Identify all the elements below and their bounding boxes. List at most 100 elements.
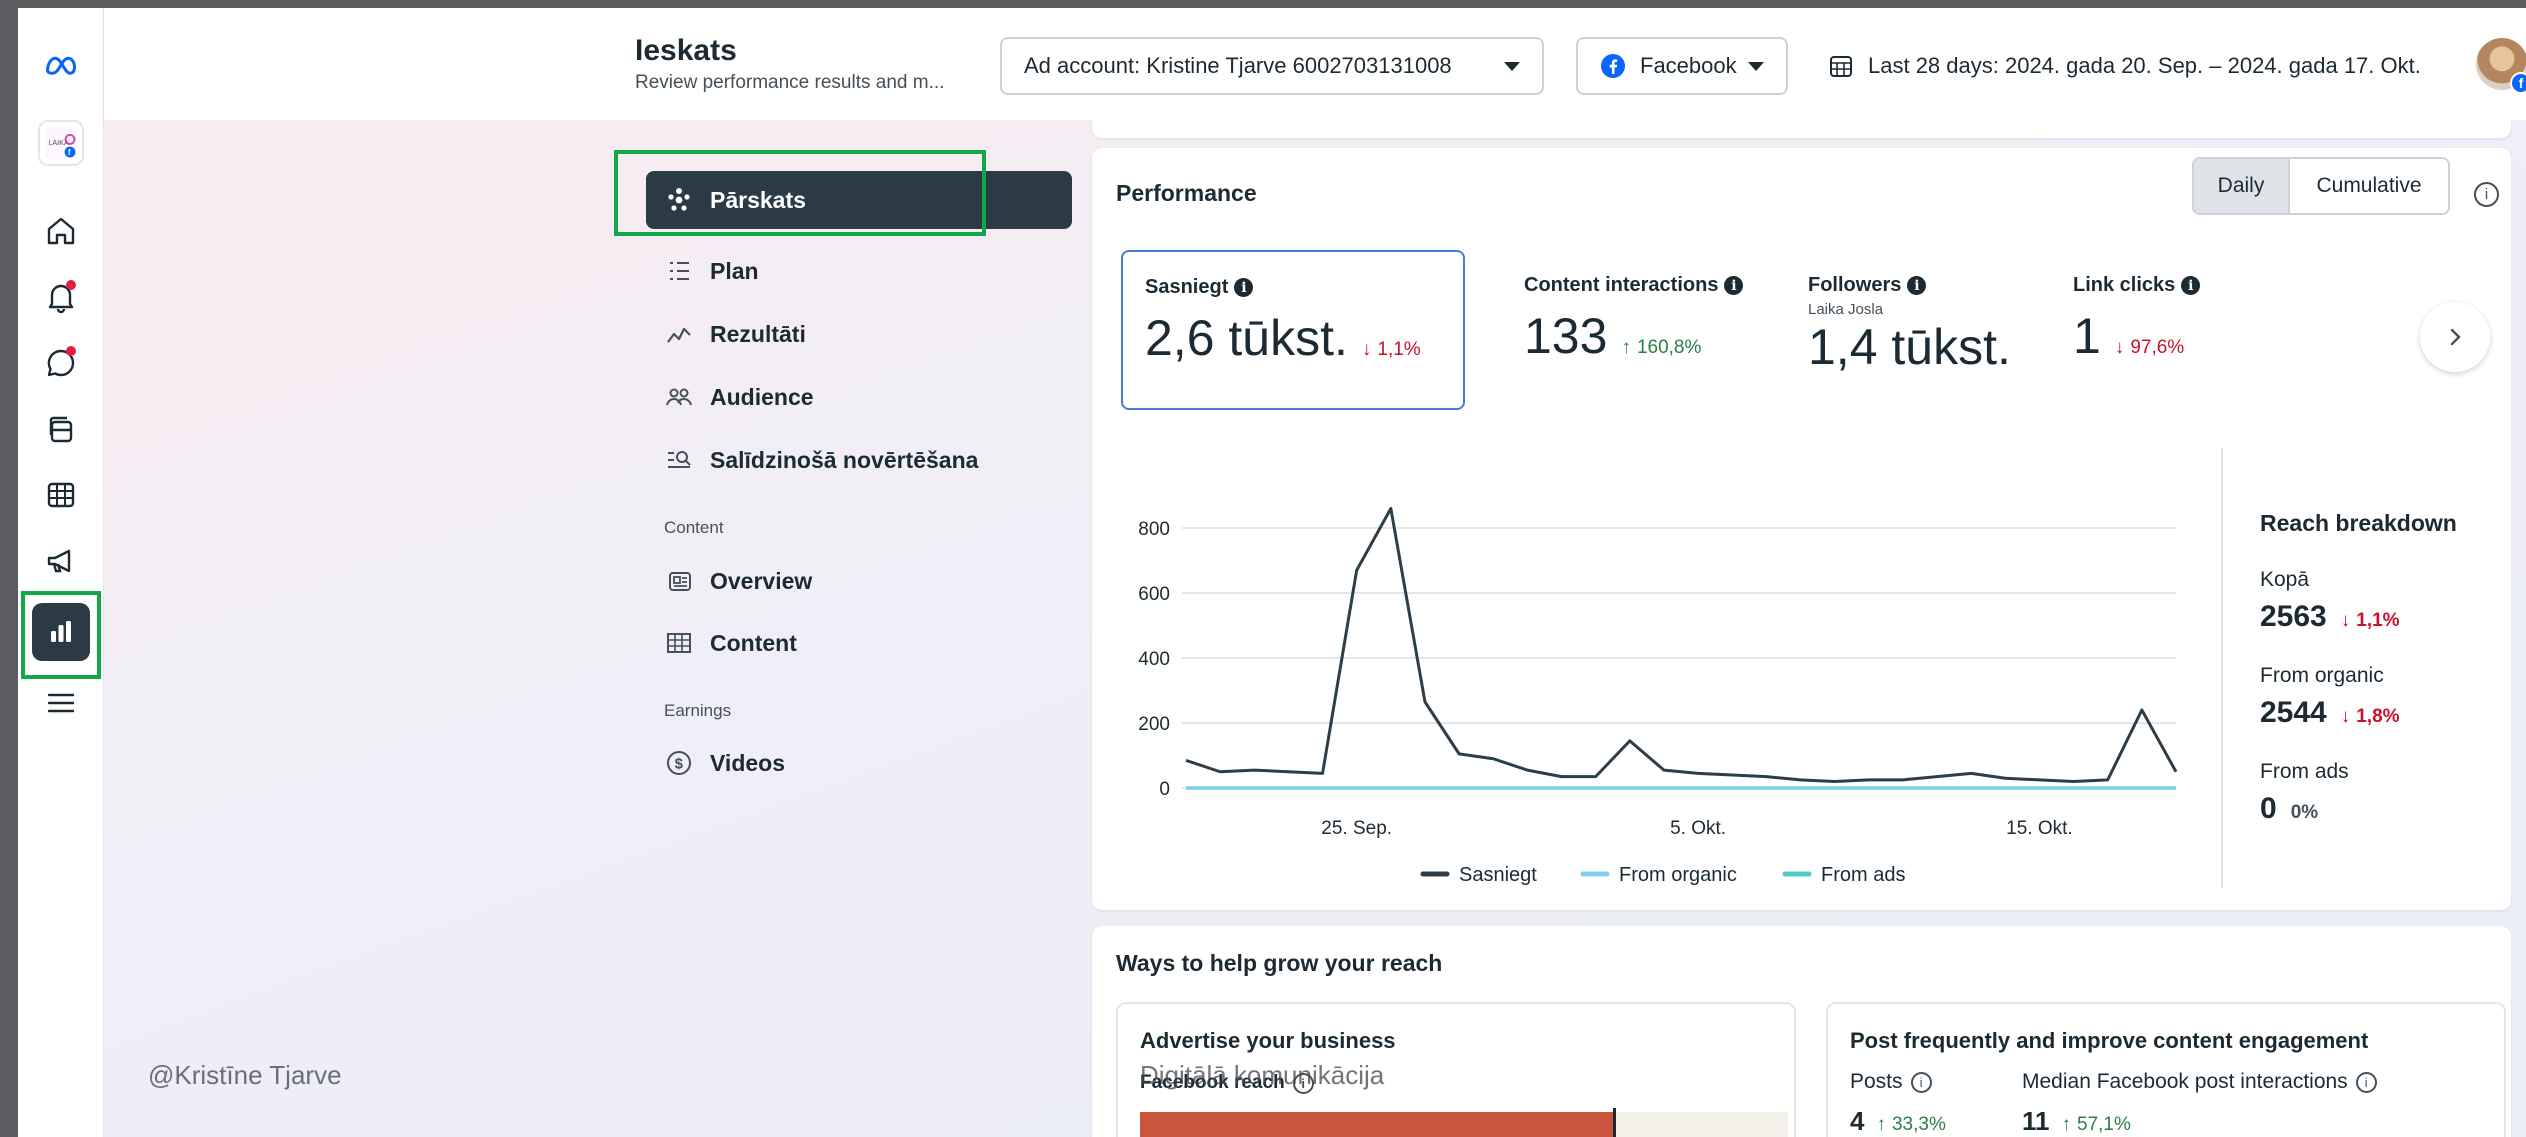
kpi-change: ↓ 1,1%: [1361, 339, 1421, 360]
reach-ads-value: 0: [2260, 792, 2277, 825]
kpi-value: 1,4 tūkst.: [1808, 319, 2011, 375]
legend-label: Sasniegt: [1459, 864, 1537, 886]
hamburger-menu-icon[interactable]: [38, 680, 84, 726]
results-line-icon: [664, 319, 694, 349]
content-table-icon: [664, 628, 694, 658]
post-frequently-title: Post frequently and improve content enga…: [1850, 1028, 2369, 1053]
facebook-reach-track: [1140, 1108, 1788, 1137]
median-label-text: Median Facebook post interactions: [2022, 1070, 2348, 1093]
reach-ads: From ads 0 0%: [2260, 760, 2349, 826]
kpi-sasniegt[interactable]: Sasniegt i 2,6 tūkst. ↓ 1,1%: [1121, 250, 1465, 410]
nav-item-videos[interactable]: $ Videos: [646, 734, 1072, 792]
message-dot: [66, 346, 76, 356]
kpi-change-value: 97,6%: [2130, 337, 2185, 358]
date-range-label: Last 28 days: 2024. gada 20. Sep. – 2024…: [1868, 53, 2421, 78]
toggle-daily[interactable]: Daily: [2194, 159, 2290, 213]
nav-item-content[interactable]: Content: [646, 614, 1072, 672]
median-change: ↑ 57,1%: [2061, 1114, 2131, 1135]
median-interactions-label: Median Facebook post interactions i: [2022, 1070, 2377, 1094]
legend-label: From organic: [1619, 864, 1737, 886]
facebook-badge-icon: f: [2510, 72, 2526, 94]
kpi-value: 2,6 tūkst.: [1145, 310, 1348, 366]
x-tick-label: 25. Sep.: [1321, 818, 1392, 839]
posts-label: Posts i: [1850, 1070, 1932, 1094]
audience-people-icon: [664, 382, 694, 412]
reach-total-value: 2563: [2260, 600, 2327, 633]
plan-list-icon: [664, 256, 694, 286]
chevron-down-icon: [1748, 61, 1764, 71]
reach-organic: From organic 2544 ↓ 1,8%: [2260, 664, 2400, 730]
reach-organic-value: 2544: [2260, 696, 2327, 729]
nav-item-plan[interactable]: Plan: [646, 242, 1072, 300]
chevron-right-icon: [2450, 328, 2461, 346]
benchmark-search-icon: [664, 445, 694, 475]
overview-card-icon: [664, 566, 694, 596]
advertise-title: Advertise your business: [1140, 1028, 1396, 1053]
nav-section-earnings: Earnings: [664, 701, 732, 720]
y-tick-label: 0: [1159, 779, 1170, 800]
table-grid-icon[interactable]: [38, 472, 84, 518]
reach-breakdown-title: Reach breakdown: [2260, 510, 2457, 536]
nav-item-label: Overview: [710, 567, 813, 594]
reach-total-change-value: 1,1%: [2356, 610, 2400, 631]
page-title: Ieskats: [635, 34, 737, 67]
info-icon[interactable]: i: [2181, 276, 2201, 295]
account-avatar[interactable]: LAIKA f: [38, 120, 84, 166]
home-icon[interactable]: [38, 208, 84, 254]
kpi-change-value: 160,8%: [1636, 337, 1702, 358]
meta-logo-icon[interactable]: [38, 42, 84, 88]
reach-ads-label: From ads: [2260, 760, 2349, 783]
info-icon[interactable]: i: [1910, 1071, 1932, 1093]
reach-total-change: ↓ 1,1%: [2340, 610, 2400, 631]
info-icon[interactable]: i: [1234, 278, 1254, 297]
platform-dropdown[interactable]: Facebook: [1576, 37, 1788, 95]
kpi-link-clicks[interactable]: Link clicks i 1 ↓ 97,6%: [2051, 250, 2281, 410]
reach-organic-change: ↓ 1,8%: [2340, 706, 2400, 727]
chart-divider: [2221, 448, 2223, 888]
kpi-followers[interactable]: Followers i Laika Josla 1,4 tūkst.: [1786, 250, 2046, 410]
watermark-author: @Kristīne Tjarve: [148, 1060, 342, 1090]
chat-bubble-icon[interactable]: [38, 340, 84, 386]
ad-account-dropdown[interactable]: Ad account: Kristine Tjarve 600270313100…: [1000, 37, 1544, 95]
next-arrow-button[interactable]: [2420, 302, 2490, 372]
y-tick-label: 400: [1138, 649, 1170, 670]
dollar-circle-icon: $: [664, 748, 694, 778]
info-icon[interactable]: i: [2474, 182, 2499, 207]
calendar-icon: [1830, 56, 1852, 77]
nav-item-label: Plan: [710, 257, 759, 284]
legend-label: From ads: [1821, 864, 1905, 886]
reach-organic-label: From organic: [2260, 664, 2384, 687]
pages-icon[interactable]: [38, 406, 84, 452]
nav-item-rezultati[interactable]: Rezultāti: [646, 305, 1072, 363]
info-icon[interactable]: i: [2355, 1071, 2377, 1093]
kpi-value: 1: [2073, 308, 2101, 364]
nav-item-overview[interactable]: Overview: [646, 552, 1072, 610]
x-tick-label: 5. Okt.: [1670, 818, 1726, 839]
facebook-icon: [1601, 54, 1625, 78]
toggle-cumulative[interactable]: Cumulative: [2290, 159, 2448, 213]
top-bar: Ieskats Review performance results and m…: [104, 8, 2526, 120]
megaphone-icon[interactable]: [38, 538, 84, 584]
grow-title: Ways to help grow your reach: [1116, 950, 1443, 976]
chevron-down-icon: [1504, 61, 1520, 71]
nav-item-salidzinosa[interactable]: Salīdzinošā novērtēšana: [646, 431, 1072, 489]
nav-item-label: Videos: [710, 749, 785, 776]
median-change-value: 57,1%: [2077, 1114, 2131, 1135]
x-tick-label: 15. Okt.: [2006, 818, 2073, 839]
bell-icon[interactable]: [38, 274, 84, 320]
user-avatar[interactable]: f: [2476, 38, 2526, 94]
highlight-box-nav: [614, 150, 986, 236]
performance-title: Performance: [1116, 180, 1257, 206]
nav-section-content: Content: [664, 518, 724, 537]
kpi-label: Followers: [1808, 274, 1902, 296]
median-value-row: 11 ↑ 57,1%: [2022, 1106, 2131, 1137]
svg-text:$: $: [675, 756, 684, 773]
info-icon[interactable]: i: [1724, 276, 1744, 295]
date-range-dropdown[interactable]: Last 28 days: 2024. gada 20. Sep. – 2024…: [1804, 37, 2526, 95]
kpi-value: 133: [1524, 308, 1608, 364]
posts-value-row: 4 ↑ 33,3%: [1850, 1106, 1946, 1137]
kpi-content-interactions[interactable]: Content interactions i 133 ↑ 160,8%: [1502, 250, 1802, 410]
info-icon[interactable]: i: [1907, 276, 1927, 295]
left-rail: LAIKA f: [18, 8, 104, 1137]
nav-item-audience[interactable]: Audience: [646, 368, 1072, 426]
